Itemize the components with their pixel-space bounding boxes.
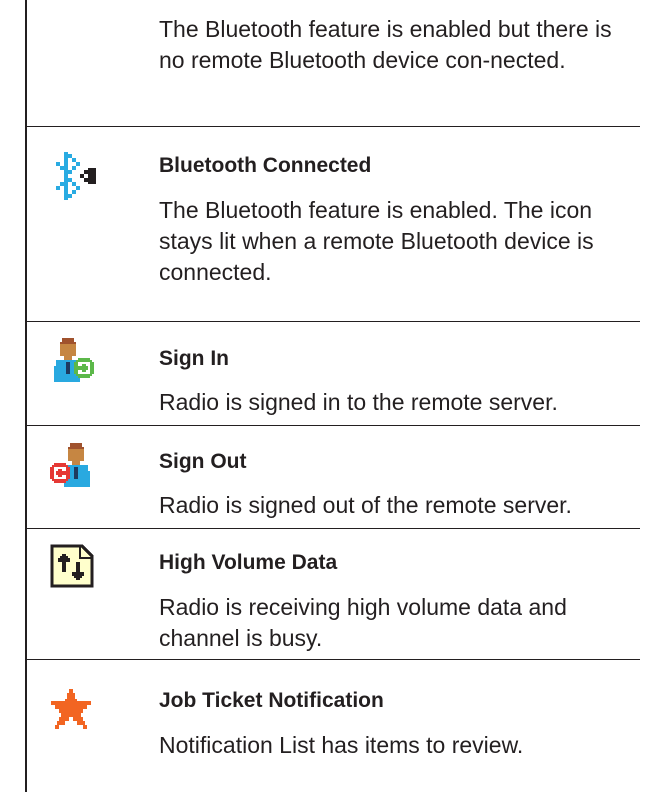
table-row: Bluetooth Connected The Bluetooth featur… bbox=[26, 127, 640, 322]
row-description: Radio is receiving high volume data and … bbox=[159, 594, 567, 651]
row-description: Notification List has items to review. bbox=[159, 732, 524, 758]
row-description: Radio is signed out of the remote server… bbox=[159, 492, 572, 518]
table-row: High Volume Data Radio is receiving high… bbox=[26, 529, 640, 660]
row-title: High Volume Data bbox=[159, 551, 338, 574]
high-volume-data-icon bbox=[50, 544, 94, 588]
bluetooth-connected-icon bbox=[56, 152, 96, 200]
table-row: Job Ticket Notification Notification Lis… bbox=[26, 660, 640, 792]
description-cell: Sign Out Radio is signed out of the remo… bbox=[159, 426, 640, 521]
description-cell: Sign In Radio is signed in to the remote… bbox=[159, 322, 640, 418]
row-description: Radio is signed in to the remote server. bbox=[159, 389, 558, 415]
sign-in-icon bbox=[54, 338, 94, 382]
row-title: Bluetooth Connected bbox=[159, 154, 372, 177]
description-cell: Bluetooth Connected The Bluetooth featur… bbox=[159, 127, 640, 288]
table-row: Sign Out Radio is signed out of the remo… bbox=[26, 426, 640, 529]
table-row: Sign In Radio is signed in to the remote… bbox=[26, 322, 640, 426]
job-ticket-notification-icon bbox=[51, 689, 91, 729]
description-cell: The Bluetooth feature is enabled but the… bbox=[159, 0, 640, 76]
description-cell: High Volume Data Radio is receiving high… bbox=[159, 529, 640, 654]
row-title: Job Ticket Notification bbox=[159, 689, 384, 712]
sign-out-icon bbox=[50, 443, 90, 487]
icon-description-table: The Bluetooth feature is enabled but the… bbox=[26, 0, 640, 792]
description-cell: Job Ticket Notification Notification Lis… bbox=[159, 660, 640, 761]
row-description: The Bluetooth feature is enabled. The ic… bbox=[159, 197, 594, 285]
row-title: Sign In bbox=[159, 347, 229, 370]
row-description: The Bluetooth feature is enabled but the… bbox=[159, 16, 612, 73]
row-title: Sign Out bbox=[159, 450, 247, 473]
table-row: The Bluetooth feature is enabled but the… bbox=[26, 0, 640, 127]
